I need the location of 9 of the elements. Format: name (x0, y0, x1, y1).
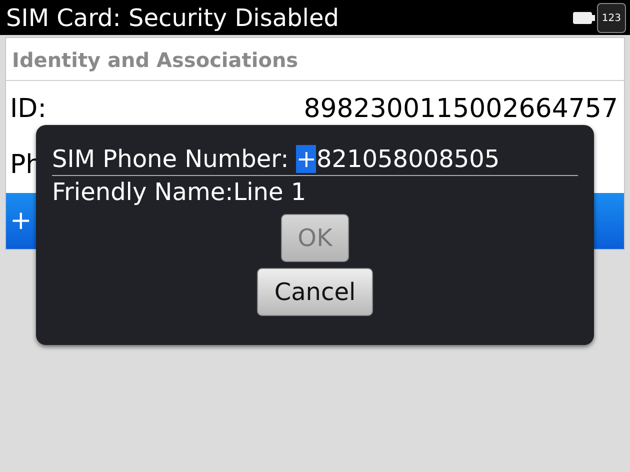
phone-number-field[interactable]: SIM Phone Number: +821058008505 (52, 145, 578, 176)
dialog-button[interactable]: Cancel (257, 268, 373, 316)
window-title: SIM Card: Security Disabled (6, 4, 339, 32)
row-value: 8982300115002664757 (304, 94, 618, 124)
input-mode-indicator: 123 (596, 2, 626, 32)
battery-icon (572, 10, 595, 24)
friendly-name: Friendly Name:Line 1 (52, 178, 308, 206)
row-label: + (10, 206, 32, 236)
row-label: ID: (10, 94, 46, 124)
